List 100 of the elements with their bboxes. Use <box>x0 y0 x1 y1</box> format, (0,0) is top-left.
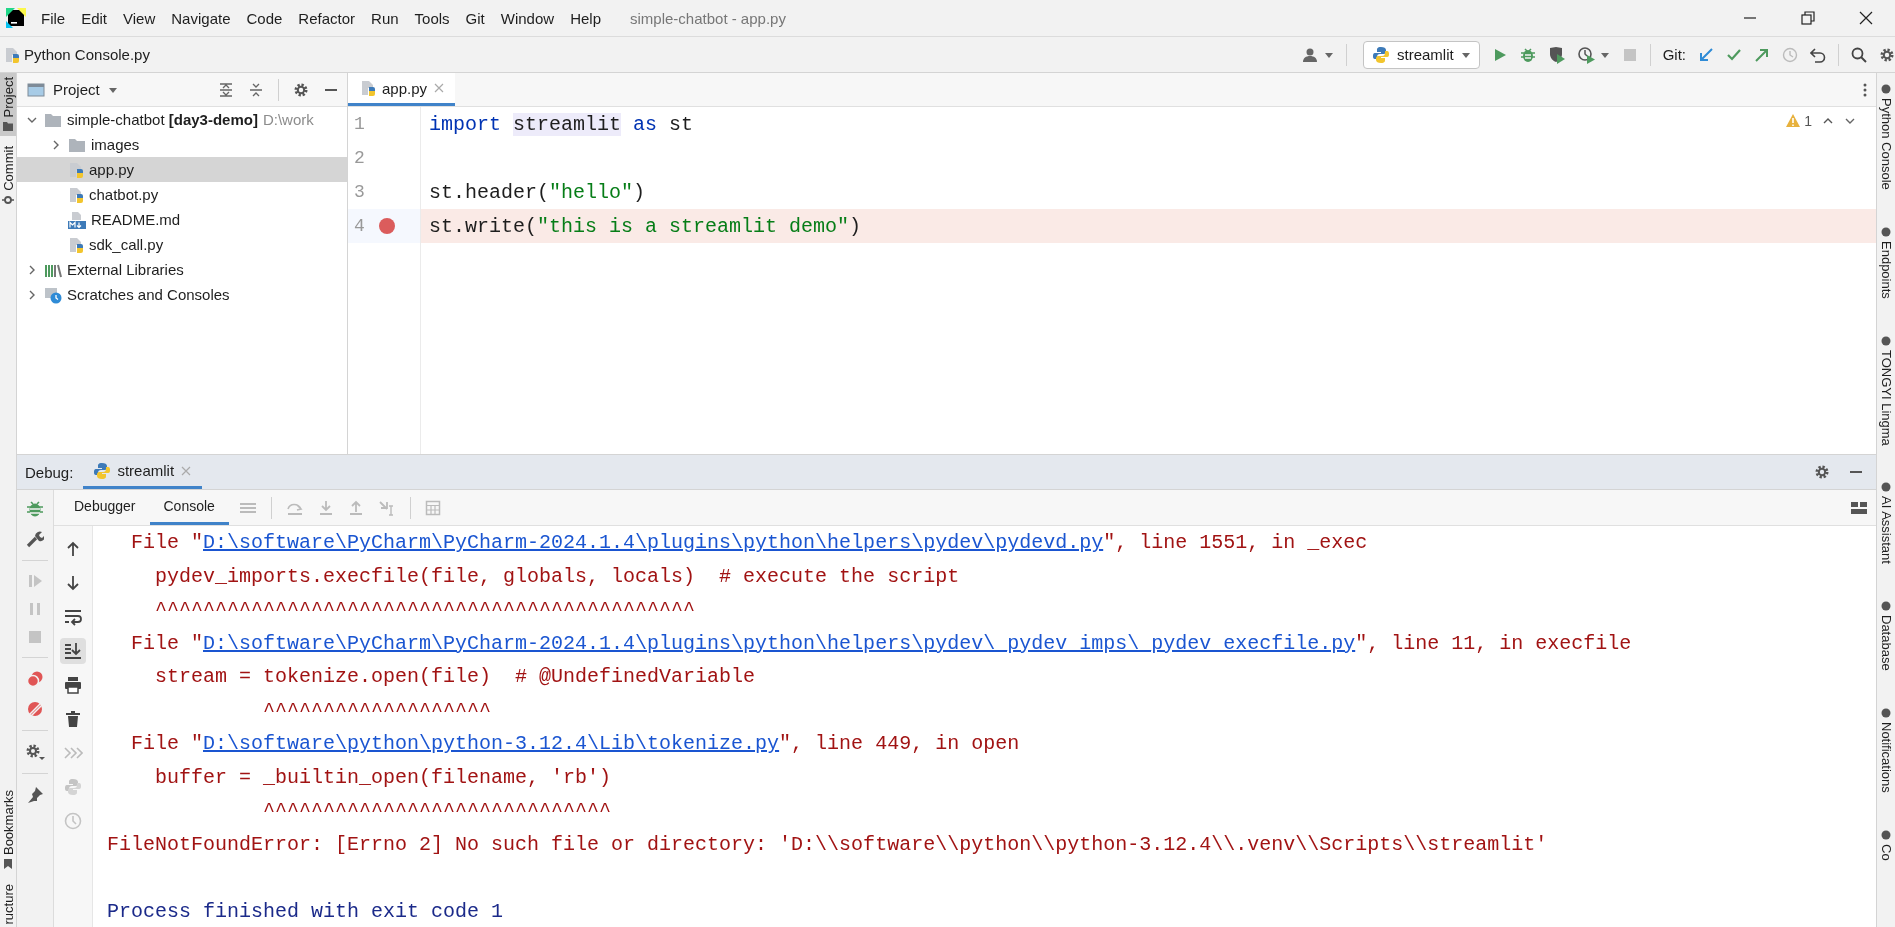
scratches-icon <box>44 285 62 304</box>
path-hint: D:\work <box>262 111 314 128</box>
menu-item[interactable]: Navigate <box>164 9 238 27</box>
chevron-right-icon[interactable] <box>27 263 37 276</box>
python-icon <box>1371 45 1390 64</box>
debug-icon[interactable] <box>26 500 44 518</box>
trash-icon[interactable] <box>65 710 81 728</box>
file-link[interactable]: D:\software\PyCharm\PyCharm-2024.1.4\plugins\python\helpers\pydev\_pydev_imps\_pydev_execfile.py <box>203 631 1356 655</box>
menu-item[interactable]: Help <box>563 9 608 27</box>
caret-icon[interactable] <box>107 85 118 94</box>
chevron-down-icon[interactable] <box>1844 116 1856 126</box>
tree-item[interactable]: app.py <box>17 157 347 182</box>
tool-window-tab[interactable]: AI Assistant <box>1877 481 1895 565</box>
tree-label: images <box>91 136 140 153</box>
tool-window-tab[interactable]: Commit <box>0 142 16 211</box>
caret-icon[interactable] <box>1323 50 1334 59</box>
tree-item[interactable]: External Libraries <box>17 257 347 282</box>
menu-item[interactable]: Window <box>493 9 562 27</box>
tree-item[interactable]: Scratches and Consoles <box>17 282 347 307</box>
editor-tab[interactable]: app.py <box>348 73 456 106</box>
update-arrow-icon[interactable] <box>1698 46 1714 63</box>
caret-icon[interactable] <box>1599 50 1610 59</box>
folder-icon <box>44 111 62 128</box>
python-file-icon <box>360 80 376 96</box>
bookmark-icon <box>2 857 14 870</box>
caret-icon <box>1460 50 1471 59</box>
tool-window-tab[interactable]: TONGYI Lingma <box>1877 334 1895 446</box>
console-text: ", line 449, in open <box>779 732 1020 756</box>
settings-icon[interactable] <box>293 81 309 98</box>
run-config-dropdown[interactable]: streamlit <box>1362 40 1480 69</box>
tool-window-tab[interactable]: ructure <box>0 879 16 927</box>
tool-window-tab[interactable]: Endpoints <box>1877 225 1895 299</box>
mute-breakpoints-icon[interactable] <box>26 700 44 718</box>
wrench-icon[interactable] <box>26 530 44 548</box>
chevron-right-icon[interactable] <box>27 288 37 301</box>
more-icon[interactable] <box>1862 81 1868 98</box>
user-icon[interactable] <box>1301 46 1320 63</box>
chevron-right-icon[interactable] <box>51 138 61 151</box>
breadcrumb[interactable]: Python Console.py <box>24 46 150 63</box>
collapse-all-icon[interactable] <box>248 81 264 98</box>
console-text: ", line 11, in execfile <box>1355 631 1632 655</box>
debug-icon[interactable] <box>1519 46 1536 63</box>
menu-item[interactable]: Run <box>364 9 406 27</box>
tree-item[interactable]: simple-chatbot [day3-demo] D:\work <box>17 107 347 132</box>
settings-icon[interactable] <box>25 743 45 761</box>
tool-window-tab[interactable]: Project <box>0 73 16 137</box>
tree-item[interactable]: sdk_call.py <box>17 232 347 257</box>
restore-icon[interactable] <box>1800 10 1816 26</box>
menu-item[interactable]: Edit <box>74 9 115 27</box>
tree-label: External Libraries <box>67 261 184 278</box>
search-icon[interactable] <box>1851 46 1867 63</box>
debug-subtab[interactable]: Debugger <box>60 490 150 525</box>
tree-item[interactable]: images <box>17 132 347 157</box>
chevron-up-icon[interactable] <box>1822 116 1834 126</box>
breakpoints-icon[interactable] <box>26 670 44 688</box>
menu-item[interactable]: Code <box>239 9 290 27</box>
layout-icon[interactable] <box>1850 499 1868 516</box>
pin-icon[interactable] <box>26 786 44 804</box>
tool-window-tab[interactable]: Notifications <box>1877 707 1895 793</box>
menu-item[interactable]: File <box>34 9 73 27</box>
file-link[interactable]: D:\software\python\python-3.12.4\Lib\tokenize.py <box>203 732 780 756</box>
warning-count[interactable]: 1 <box>1804 113 1812 129</box>
down-arrow-icon[interactable] <box>65 575 81 591</box>
settings-icon[interactable] <box>1814 464 1830 480</box>
console-text: ^^^^^^^^^^^^^^^^^^^^^^^^^^^^^ <box>262 799 612 823</box>
tree-label: simple-chatbot [day3-demo] <box>67 111 258 128</box>
menu-item[interactable]: View <box>116 9 163 27</box>
tool-window-tab[interactable]: Bookmarks <box>0 785 16 874</box>
expand-all-icon[interactable] <box>218 81 234 98</box>
tree-item[interactable]: README.md <box>17 207 347 232</box>
profile-icon[interactable] <box>1577 45 1596 64</box>
menu-item[interactable]: Refactor <box>291 9 363 27</box>
scroll-to-end-icon[interactable] <box>64 642 82 660</box>
line-number: 3 <box>354 182 366 202</box>
menu-item[interactable]: Tools <box>407 9 457 27</box>
coverage-icon[interactable] <box>1547 45 1566 64</box>
markdown-file-icon <box>68 210 86 229</box>
soft-wrap-icon[interactable] <box>64 608 82 626</box>
rollback-icon[interactable] <box>1810 46 1826 63</box>
tool-window-tab[interactable]: Co <box>1877 828 1895 861</box>
up-arrow-icon[interactable] <box>65 541 81 557</box>
python-file-icon <box>68 236 84 253</box>
debug-subtab[interactable]: Console <box>149 490 229 525</box>
settings-icon[interactable] <box>1879 46 1895 63</box>
file-link[interactable]: D:\software\PyCharm\PyCharm-2024.1.4\plugins\python\helpers\pydev\pydevd.py <box>203 531 1104 555</box>
line-number: 2 <box>354 148 366 168</box>
tool-window-tab[interactable]: Python Console <box>1877 83 1895 190</box>
close-icon[interactable] <box>1858 10 1874 26</box>
menu-item[interactable]: Git <box>458 9 492 27</box>
print-icon[interactable] <box>64 676 82 694</box>
line-number: 1 <box>354 114 366 134</box>
tool-window-tab[interactable]: Database <box>1877 600 1895 672</box>
tree-item[interactable]: chatbot.py <box>17 182 347 207</box>
breakpoint-icon[interactable] <box>378 217 396 235</box>
python-file-icon <box>68 186 84 203</box>
tree-label: chatbot.py <box>89 186 159 203</box>
console-text: pydev_imports.execfile(file, globals, locals) # execute the script <box>154 564 960 588</box>
panel-title[interactable]: Project <box>53 81 100 98</box>
python-file-icon <box>4 46 20 63</box>
push-arrow-icon[interactable] <box>1754 46 1770 63</box>
